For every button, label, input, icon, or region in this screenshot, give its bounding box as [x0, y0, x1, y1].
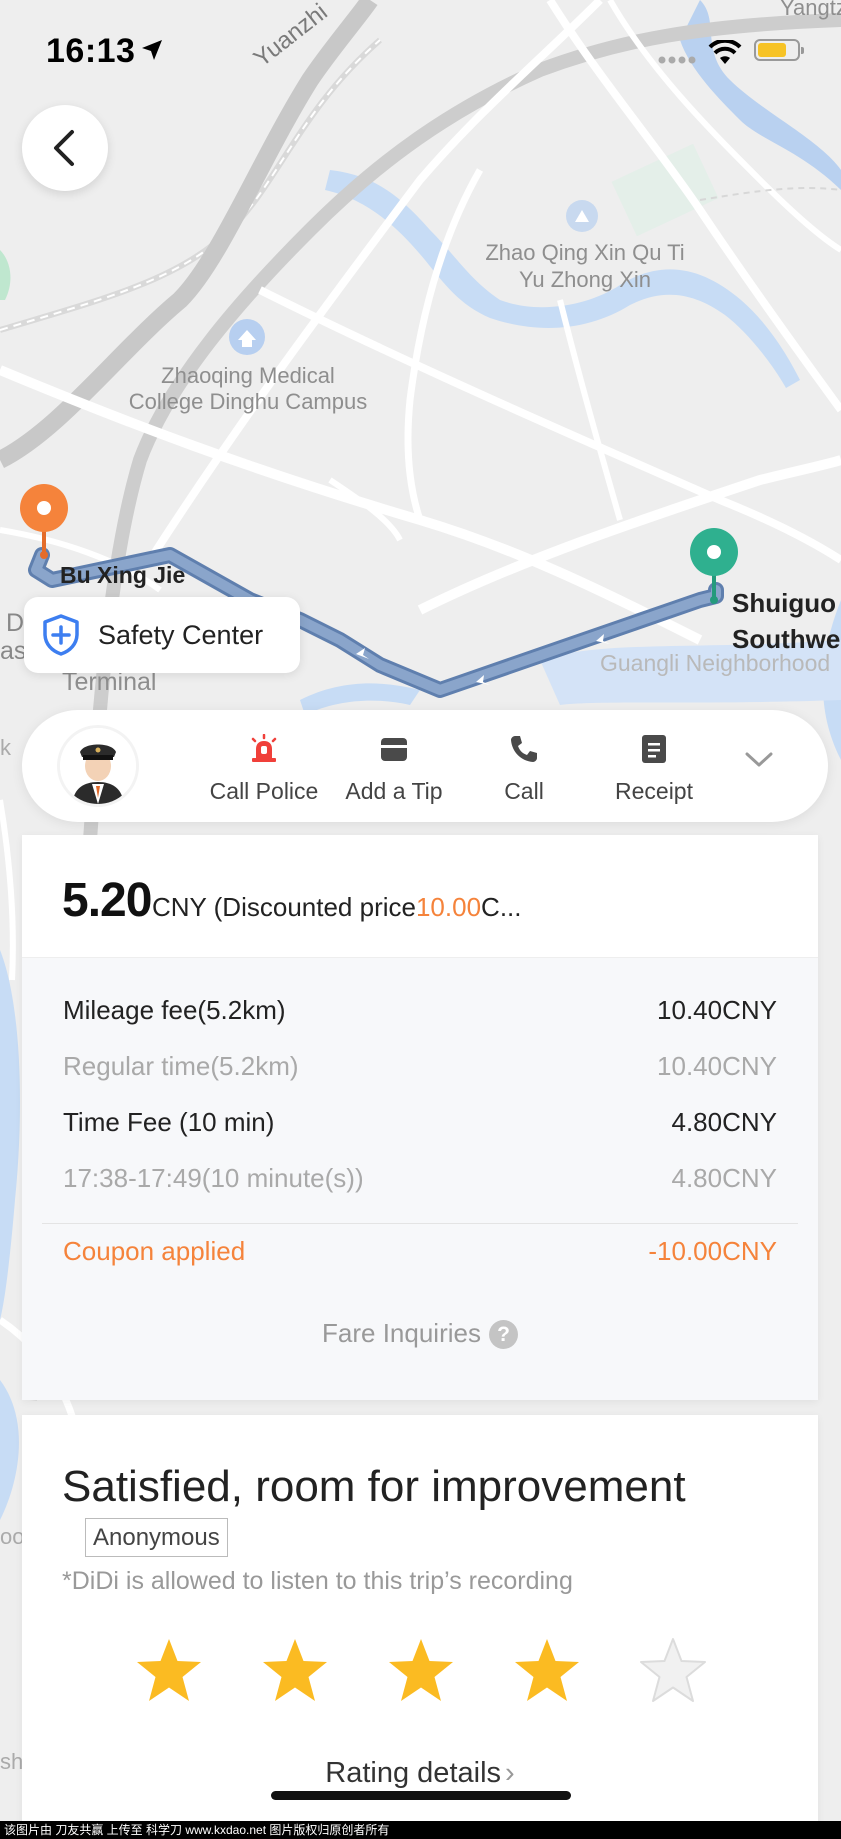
rating-details-link[interactable]: Rating details ›	[22, 1757, 818, 1790]
fare-inquiries-label: Fare Inquiries	[322, 1318, 481, 1348]
call-police-button[interactable]: Call Police	[199, 732, 329, 805]
add-tip-label: Add a Tip	[345, 778, 443, 804]
star-icon[interactable]	[260, 1637, 330, 1705]
anonymous-tag[interactable]: Anonymous	[85, 1518, 228, 1557]
fare-breakdown: Mileage fee(5.2km) 10.40CNY Regular time…	[22, 958, 818, 1400]
receipt-icon	[642, 735, 666, 763]
shield-icon	[43, 614, 79, 656]
phone-icon	[511, 736, 537, 762]
back-button[interactable]	[22, 105, 108, 191]
rating-card: Satisfied, room for improvement Anonymou…	[22, 1415, 818, 1839]
map-label-edge-k: k	[0, 735, 11, 760]
safety-center-button[interactable]: Safety Center	[24, 597, 300, 673]
map-label-origin: Bu Xing Jie	[60, 562, 186, 588]
fare-row-value: 4.80CNY	[671, 1107, 778, 1137]
map-label-zhaoqing-sports-1: Zhao Qing Xin Qu Ti	[485, 240, 685, 265]
wallet-icon	[381, 738, 407, 761]
help-icon: ?	[488, 1320, 518, 1349]
map-label-destination-1: Shuiguo	[732, 588, 836, 618]
trip-action-bar: Call Police Add a Tip Call Receipt	[22, 710, 828, 822]
add-tip-button[interactable]: Add a Tip	[329, 732, 459, 805]
fare-row-value: 10.40CNY	[657, 1051, 777, 1081]
map-label-edge-oo: oo	[0, 1524, 25, 1549]
fare-amount: 5.20	[62, 874, 152, 927]
call-button[interactable]: Call	[459, 732, 589, 805]
origin-pin-icon	[20, 484, 68, 559]
map-label-college-1: Zhaoqing Medical	[161, 363, 335, 388]
call-label: Call	[504, 778, 544, 804]
driver-avatar[interactable]	[60, 728, 136, 804]
map-label-college-2: College Dinghu Campus	[128, 389, 368, 414]
cellular-signal-icon	[658, 56, 696, 64]
map-label-zhaoqing-sports-2: Yu Zhong Xin	[518, 267, 652, 292]
recording-note: *DiDi is allowed to listen to this trip’…	[62, 1567, 573, 1595]
fare-row-regular-time: Regular time(5.2km) 10.40CNY	[63, 1051, 777, 1082]
map-label-neighborhood: Guangli Neighborhood	[600, 650, 831, 676]
fare-divider	[42, 1223, 798, 1224]
fare-row-label: 17:38-17:49(10 minute(s))	[63, 1163, 364, 1193]
fare-row-coupon: Coupon applied -10.00CNY	[63, 1236, 777, 1267]
fare-summary: 5.20 CNY (Discounted price10.00C...	[22, 835, 818, 958]
safety-center-label: Safety Center	[98, 619, 264, 650]
status-time: 16:13	[46, 32, 136, 70]
fare-card: 5.20 CNY (Discounted price10.00C... Mile…	[22, 835, 818, 1400]
receipt-button[interactable]: Receipt	[589, 732, 719, 805]
chevron-right-icon: ›	[505, 1757, 515, 1789]
fare-discounted-price: 10.00	[415, 892, 482, 922]
fare-unit-suffix: C...	[481, 892, 522, 922]
map-label-yangtze: Yangtz	[780, 0, 841, 20]
chevron-down-icon[interactable]	[744, 750, 774, 770]
fare-row-label: Mileage fee(5.2km)	[63, 995, 286, 1025]
fare-row-time-fee: Time Fee (10 min) 4.80CNY	[63, 1107, 777, 1138]
fare-discount-note: CNY (Discounted price10.00C...	[152, 892, 522, 923]
fare-row-label: Time Fee (10 min)	[63, 1107, 275, 1137]
rating-details-label: Rating details	[325, 1757, 502, 1789]
fare-row-time-range: 17:38-17:49(10 minute(s)) 4.80CNY	[63, 1163, 777, 1194]
wifi-icon	[708, 40, 742, 64]
star-icon[interactable]	[512, 1637, 582, 1705]
rating-title: Satisfied, room for improvement	[62, 1462, 686, 1511]
driver-avatar-icon	[60, 728, 136, 804]
star-icon[interactable]	[386, 1637, 456, 1705]
destination-pin-icon	[690, 528, 738, 604]
fare-row-value: 10.40CNY	[657, 995, 777, 1025]
fare-row-label: Regular time(5.2km)	[63, 1051, 299, 1081]
map-label-edge-d: D	[6, 609, 25, 637]
fare-unit-prefix: CNY (Discounted price	[152, 892, 416, 922]
location-arrow-icon	[142, 40, 162, 60]
call-police-label: Call Police	[209, 778, 319, 804]
receipt-label: Receipt	[615, 778, 693, 804]
fare-row-mileage: Mileage fee(5.2km) 10.40CNY	[63, 995, 777, 1026]
map-label-terminal: Terminal	[62, 668, 157, 696]
siren-icon	[251, 734, 277, 762]
battery-icon	[754, 39, 804, 61]
coupon-value: -10.00CNY	[648, 1236, 777, 1266]
watermark-text: 该图片由 刀友共赢 上传至 科学刀 www.kxdao.net 图片版权归原创者…	[0, 1821, 841, 1839]
home-indicator[interactable]	[271, 1791, 571, 1800]
fare-row-value: 4.80CNY	[671, 1163, 778, 1193]
chevron-left-icon	[54, 130, 74, 166]
fare-inquiries-link[interactable]: Fare Inquiries?	[22, 1318, 818, 1349]
map-label-edge-as: as	[0, 637, 27, 665]
map-label-edge-sh: sh	[0, 1749, 24, 1774]
map-label-destination-2: Southwe	[732, 624, 841, 654]
star-empty-icon[interactable]	[638, 1637, 708, 1705]
star-icon[interactable]	[134, 1637, 204, 1705]
coupon-label: Coupon applied	[63, 1236, 246, 1266]
